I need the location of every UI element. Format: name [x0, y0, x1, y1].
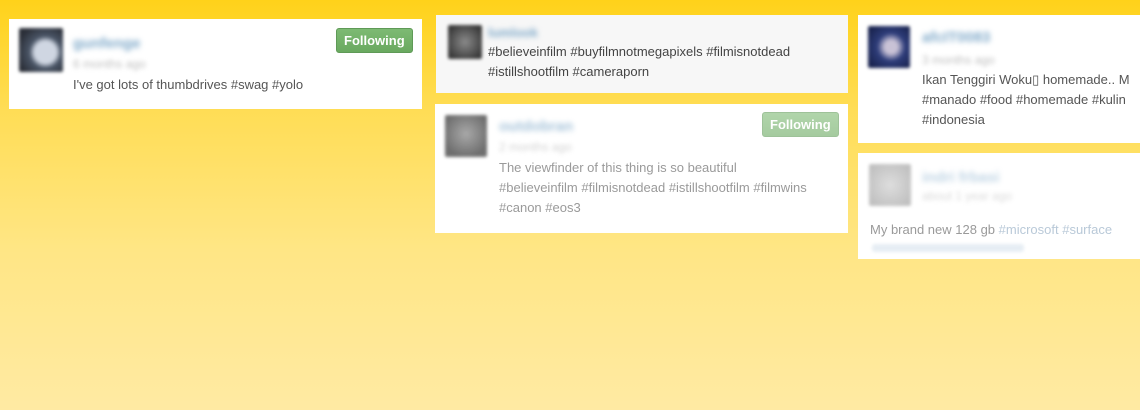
username-link[interactable]: afcIT0083 [922, 29, 990, 46]
post-text-line: Ikan Tenggiri Woku▯ homemade.. M [922, 72, 1130, 87]
post-timestamp: 2 months ago [499, 140, 572, 154]
post-text-line: #istillshootfilm #cameraporn [488, 64, 650, 79]
following-button[interactable]: Following [762, 112, 839, 137]
post-timestamp: about 1 year ago [922, 189, 1013, 203]
blurred-link[interactable] [872, 244, 1024, 252]
username-link[interactable]: gunfenge [73, 35, 141, 52]
username-link[interactable]: indri frbasi [922, 169, 1000, 186]
post-card: indri frbasi about 1 year ago My brand n… [858, 153, 1140, 259]
post-text-line: #believeinfilm #buyfilmnotmegapixels #fi… [488, 44, 791, 59]
post-text: My brand new 128 gb #microsoft #surface [870, 220, 1112, 240]
post-text-line: #canon #eos3 [499, 200, 581, 215]
post-text-line: #manado #food #homemade #kulin [922, 92, 1126, 107]
post-timestamp: 3 months ago [922, 53, 995, 67]
user-avatar[interactable] [445, 115, 487, 157]
post-text-prefix: My brand new 128 gb [870, 222, 999, 237]
post-text: I've got lots of thumbdrives #swag #yolo [73, 77, 304, 92]
post-text-line: #believeinfilm #filmisnotdead #istillsho… [499, 180, 807, 195]
following-button[interactable]: Following [336, 28, 413, 53]
user-avatar[interactable] [448, 25, 482, 59]
post-card: lumlook #believeinfilm #buyfilmnotmegapi… [436, 15, 848, 93]
user-avatar[interactable] [19, 28, 63, 72]
post-text-line: The viewfinder of this thing is so beaut… [499, 160, 737, 175]
post-card: gunfenge 6 months ago Following I've got… [9, 19, 422, 109]
user-avatar[interactable] [869, 164, 911, 206]
post-hashtags[interactable]: #microsoft #surface [999, 222, 1112, 237]
user-avatar[interactable] [868, 26, 910, 68]
post-card: afcIT0083 3 months ago Ikan Tenggiri Wok… [858, 15, 1140, 143]
username-link[interactable]: outdobran [499, 118, 573, 135]
post-card: outdobran 2 months ago Following The vie… [435, 104, 848, 233]
post-timestamp: 6 months ago [73, 57, 146, 71]
post-text-line: #indonesia [922, 112, 985, 127]
username-link[interactable]: lumlook [488, 25, 538, 40]
